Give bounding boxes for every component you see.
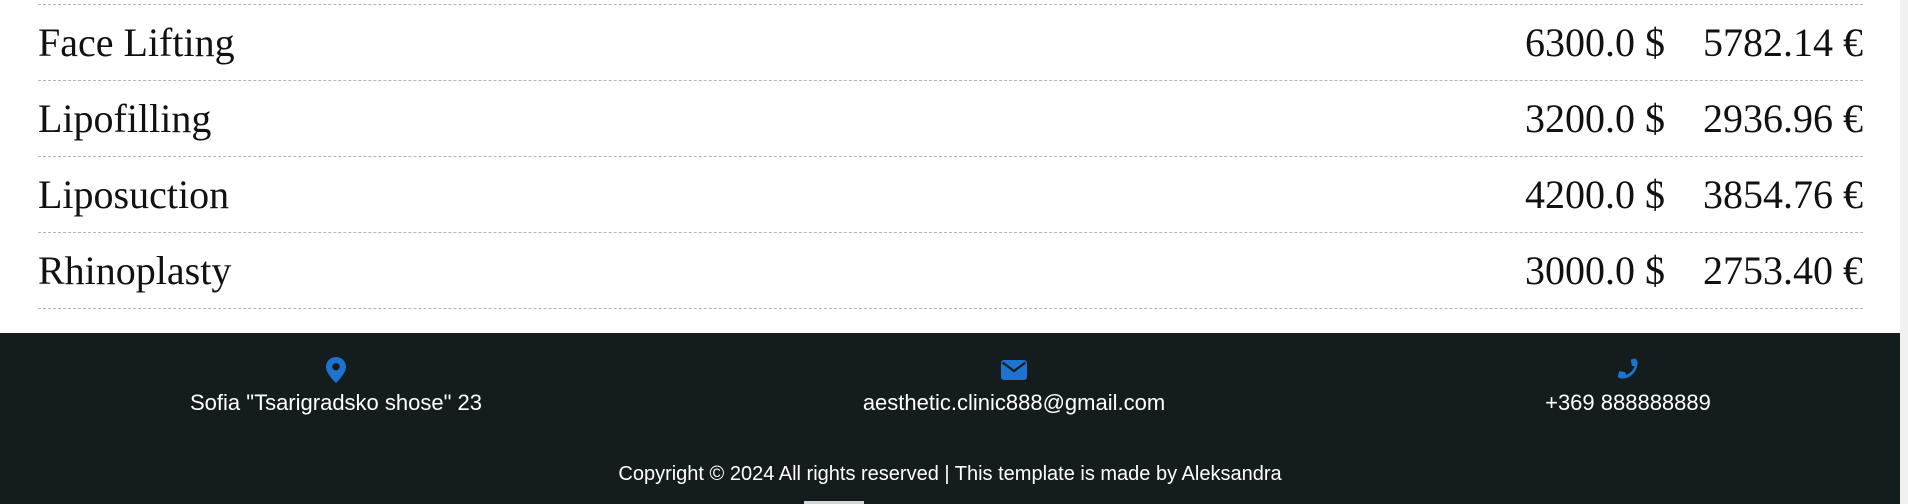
price-usd: 6300.0 $: [1525, 20, 1665, 65]
phone-icon: [1613, 355, 1643, 385]
price-eur: 2936.96 €: [1703, 96, 1863, 141]
footer-phone: +369 888888889: [1368, 355, 1888, 416]
price-row-lipofilling: Lipofilling 3200.0 $ 2936.96 €: [38, 81, 1863, 157]
service-name: Lipofilling: [38, 96, 212, 141]
vertical-scrollbar[interactable]: [1900, 0, 1908, 504]
price-row-liposuction: Liposuction 4200.0 $ 3854.76 €: [38, 157, 1863, 233]
email-text[interactable]: aesthetic.clinic888@gmail.com: [863, 390, 1165, 416]
footer-email: aesthetic.clinic888@gmail.com: [754, 355, 1274, 416]
price-row-face-lifting: Face Lifting 6300.0 $ 5782.14 €: [38, 5, 1863, 81]
price-usd: 3000.0 $: [1525, 248, 1665, 293]
footer-address: Sofia "Tsarigradsko shose" 23: [76, 355, 596, 416]
location-pin-icon: [321, 355, 351, 385]
price-eur: 2753.40 €: [1703, 248, 1863, 293]
price-eur: 3854.76 €: [1703, 172, 1863, 217]
envelope-icon: [999, 355, 1029, 385]
phone-text[interactable]: +369 888888889: [1545, 390, 1711, 416]
price-values: 3200.0 $ 2936.96 €: [1525, 95, 1863, 142]
price-list: Face Lifting 6300.0 $ 5782.14 € Lipofill…: [38, 0, 1863, 309]
service-name: Face Lifting: [38, 20, 235, 65]
site-footer: Sofia "Tsarigradsko shose" 23 aesthetic.…: [0, 333, 1900, 504]
copyright-text: Copyright © 2024 All rights reserved | T…: [618, 463, 1282, 485]
address-text: Sofia "Tsarigradsko shose" 23: [190, 390, 482, 415]
price-values: 4200.0 $ 3854.76 €: [1525, 171, 1863, 218]
price-eur: 5782.14 €: [1703, 20, 1863, 65]
service-name: Liposuction: [38, 172, 230, 217]
price-row-rhinoplasty: Rhinoplasty 3000.0 $ 2753.40 €: [38, 233, 1863, 309]
service-name: Rhinoplasty: [38, 248, 232, 293]
price-values: 3000.0 $ 2753.40 €: [1525, 247, 1863, 294]
price-values: 6300.0 $ 5782.14 €: [1525, 19, 1863, 66]
price-usd: 4200.0 $: [1525, 172, 1665, 217]
price-usd: 3200.0 $: [1525, 96, 1665, 141]
